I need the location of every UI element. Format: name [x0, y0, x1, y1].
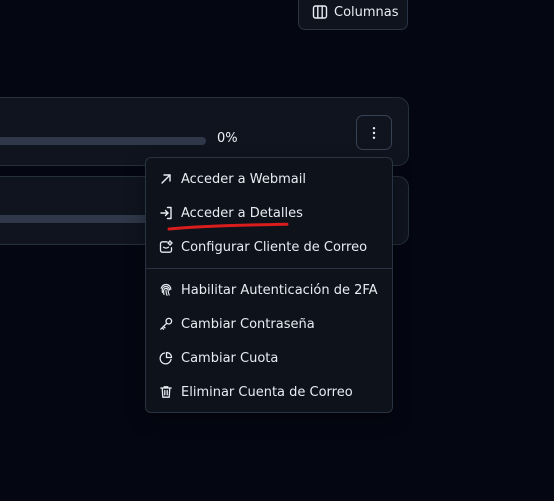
quota-progress-bar	[0, 215, 161, 223]
trash-icon	[158, 384, 174, 400]
quota-progress-label: 0%	[217, 131, 238, 146]
menu-divider	[146, 268, 392, 269]
quota-progress-bar	[0, 137, 206, 145]
mail-settings-icon	[158, 239, 174, 255]
menu-item-mail-client[interactable]: Configurar Cliente de Correo	[146, 230, 392, 264]
more-actions-button[interactable]	[356, 115, 392, 150]
menu-item-label: Habilitar Autenticación de 2FA	[181, 282, 378, 298]
email-account-card: 0%	[0, 97, 409, 166]
fingerprint-icon	[158, 282, 174, 298]
columns-icon	[312, 4, 328, 20]
columns-button[interactable]: Columnas	[298, 0, 408, 30]
menu-item-change-quota[interactable]: Cambiar Cuota	[146, 341, 392, 375]
menu-item-label: Eliminar Cuenta de Correo	[181, 384, 353, 400]
menu-item-webmail[interactable]: Acceder a Webmail	[146, 162, 392, 196]
actions-dropdown-menu: Acceder a Webmail Acceder a Detalles Con…	[145, 157, 393, 413]
external-link-icon	[158, 171, 174, 187]
pie-chart-icon	[158, 350, 174, 366]
key-icon	[158, 316, 174, 332]
menu-item-label: Acceder a Webmail	[181, 171, 306, 187]
menu-item-enable-2fa[interactable]: Habilitar Autenticación de 2FA	[146, 273, 392, 307]
menu-item-label: Configurar Cliente de Correo	[181, 239, 368, 255]
menu-item-label: Cambiar Cuota	[181, 350, 279, 366]
more-vertical-icon	[366, 125, 382, 141]
columns-button-label: Columnas	[334, 4, 399, 20]
annotation-underline	[167, 222, 289, 231]
menu-item-change-password[interactable]: Cambiar Contraseña	[146, 307, 392, 341]
menu-item-delete-account[interactable]: Eliminar Cuenta de Correo	[146, 375, 392, 409]
menu-item-label: Cambiar Contraseña	[181, 316, 315, 332]
